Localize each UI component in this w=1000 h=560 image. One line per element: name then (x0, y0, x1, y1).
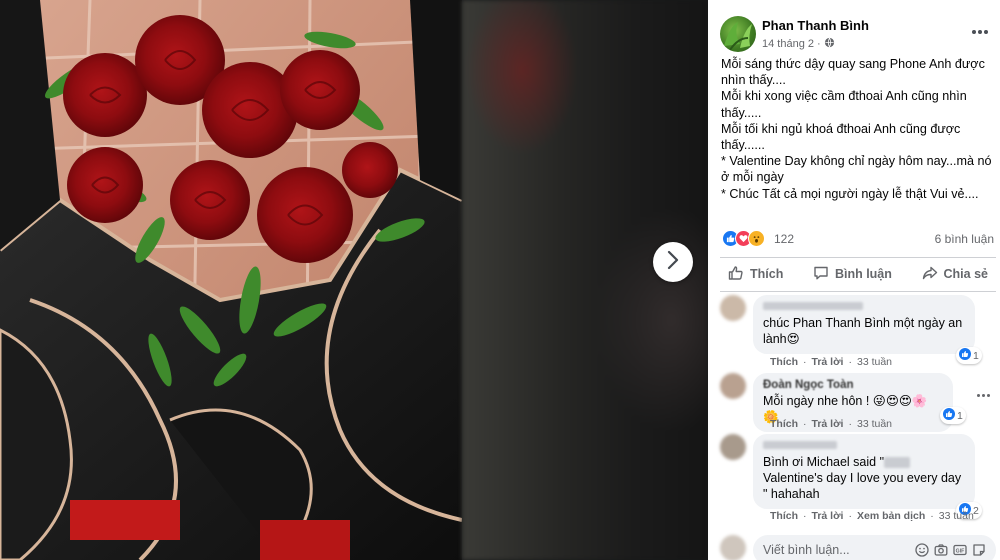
share-label: Chia sẻ (943, 267, 988, 281)
gif-icon[interactable]: GIF (953, 543, 967, 557)
comment-composer: Viết bình luận... GIF (720, 535, 996, 560)
comment-footer: Thích · Trả lời · 33 tuần (770, 356, 893, 368)
like-reaction-icon (959, 348, 971, 363)
redacted-name (884, 457, 911, 469)
comment-count[interactable]: 6 bình luận (935, 232, 994, 246)
comment-item: chúc Phan Thanh Bình một ngày an lành😍 1… (720, 295, 996, 368)
comment-button[interactable]: Bình luận (805, 261, 900, 288)
rose-bouquet-photo (0, 0, 462, 560)
comment-item: Bình ơi Michael said " Valentine's day I… (720, 434, 996, 526)
caption-line: * Chúc Tất cả mọi người ngày lễ thật Vui… (721, 186, 979, 201)
post-header: Phan Thanh Bình 14 tháng 2 · (720, 16, 1000, 56)
composer-icons: GIF (915, 543, 986, 557)
commenter-name-hidden[interactable] (763, 440, 965, 454)
comment-text-part: Valentine's day I love you every day " h… (763, 471, 962, 501)
commenter-avatar[interactable] (720, 373, 746, 399)
comment-text: chúc Phan Thanh Bình một ngày an lành😍 (763, 316, 963, 346)
comment-like-link[interactable]: Thích (770, 418, 798, 430)
sticker-icon[interactable] (972, 543, 986, 557)
comment-time[interactable]: 33 tuần (939, 510, 974, 522)
comment-like-link[interactable]: Thích (770, 356, 798, 368)
comment-input[interactable]: Viết bình luận... GIF (753, 535, 996, 560)
comment-like-link[interactable]: Thích (770, 510, 798, 522)
chevron-right-icon (666, 250, 680, 275)
see-translation-link[interactable]: Xem bản dịch (857, 510, 925, 522)
comment-reaction-count: 1 (973, 349, 979, 362)
comment-reaction[interactable]: 1 (956, 347, 982, 364)
reaction-count[interactable]: 122 (774, 232, 794, 246)
comment-placeholder: Viết bình luận... (763, 543, 850, 557)
comment-footer: Thích · Trả lời · Xem bản dịch · 33 tuần (770, 510, 974, 522)
comment-reply-link[interactable]: Trả lời (812, 510, 844, 522)
viewer-avatar (720, 535, 746, 560)
commenter-name-hidden[interactable] (763, 301, 965, 315)
like-label: Thích (750, 267, 784, 281)
comment-footer: Thích · Trả lời · 33 tuần (770, 418, 893, 430)
commenter-avatar[interactable] (720, 295, 746, 321)
post-meta: 14 tháng 2 · (762, 37, 835, 51)
next-photo-button[interactable] (653, 242, 693, 282)
comment-time[interactable]: 33 tuần (857, 356, 892, 368)
post-caption: Mỗi sáng thức dậy quay sang Phone Anh đư… (721, 56, 993, 202)
like-button[interactable]: Thích (720, 261, 791, 288)
author-avatar[interactable] (720, 16, 756, 52)
divider (720, 291, 996, 292)
emoji-icon[interactable] (915, 543, 929, 557)
reaction-summary: 122 6 bình luận (722, 229, 998, 249)
post-actions: Thích Bình luận Chia sẻ (720, 258, 996, 290)
speech-bubble-icon (813, 265, 829, 284)
comment-text-part: Bình ơi Michael said " (763, 455, 885, 469)
camera-icon[interactable] (934, 543, 948, 557)
wow-reaction-icon (748, 230, 765, 247)
commenter-avatar[interactable] (720, 434, 746, 460)
comment-bubble: Bình ơi Michael said " Valentine's day I… (753, 434, 975, 509)
caption-line: Mỗi khi xong việc cầm đthoai Anh cũng nh… (721, 89, 967, 120)
post-date[interactable]: 14 tháng 2 (762, 38, 814, 50)
like-reaction-icon (943, 408, 955, 423)
post-options-button[interactable] (968, 22, 992, 42)
comment-reaction-count: 1 (957, 409, 963, 422)
post-panel: Phan Thanh Bình 14 tháng 2 · Mỗi sáng th… (708, 0, 1000, 560)
comment-item: Đoàn Ngọc Toàn Mỗi ngày nhe hôn ! 😜😍😍🌸🌼 … (720, 373, 996, 432)
author-name[interactable]: Phan Thanh Bình (762, 18, 869, 33)
share-button[interactable]: Chia sẻ (914, 261, 996, 288)
reaction-icons[interactable] (722, 230, 765, 247)
comment-bubble: chúc Phan Thanh Bình một ngày an lành😍 (753, 295, 975, 354)
photo-viewer (0, 0, 708, 560)
comment-reaction[interactable]: 1 (940, 407, 966, 424)
commenter-name[interactable]: Đoàn Ngọc Toàn (763, 379, 943, 393)
comment-label: Bình luận (834, 267, 892, 281)
comment-options-button[interactable] (974, 389, 992, 401)
caption-line: Mỗi sáng thức dậy quay sang Phone Anh đư… (721, 57, 985, 88)
comment-time[interactable]: 33 tuần (857, 418, 892, 430)
share-arrow-icon (922, 265, 938, 284)
svg-text:GIF: GIF (956, 549, 965, 555)
comment-text: Bình ơi Michael said " Valentine's day I… (763, 454, 965, 502)
caption-line: Mỗi tối khi ngủ khoá đthoai Anh cũng đượ… (721, 121, 961, 153)
comment-reply-link[interactable]: Trả lời (812, 356, 844, 368)
comment-reply-link[interactable]: Trả lời (812, 418, 844, 430)
globe-icon (824, 37, 835, 51)
caption-line: * Valentine Day không chỉ ngày hôm nay..… (721, 154, 992, 185)
thumbs-up-icon (728, 265, 744, 284)
